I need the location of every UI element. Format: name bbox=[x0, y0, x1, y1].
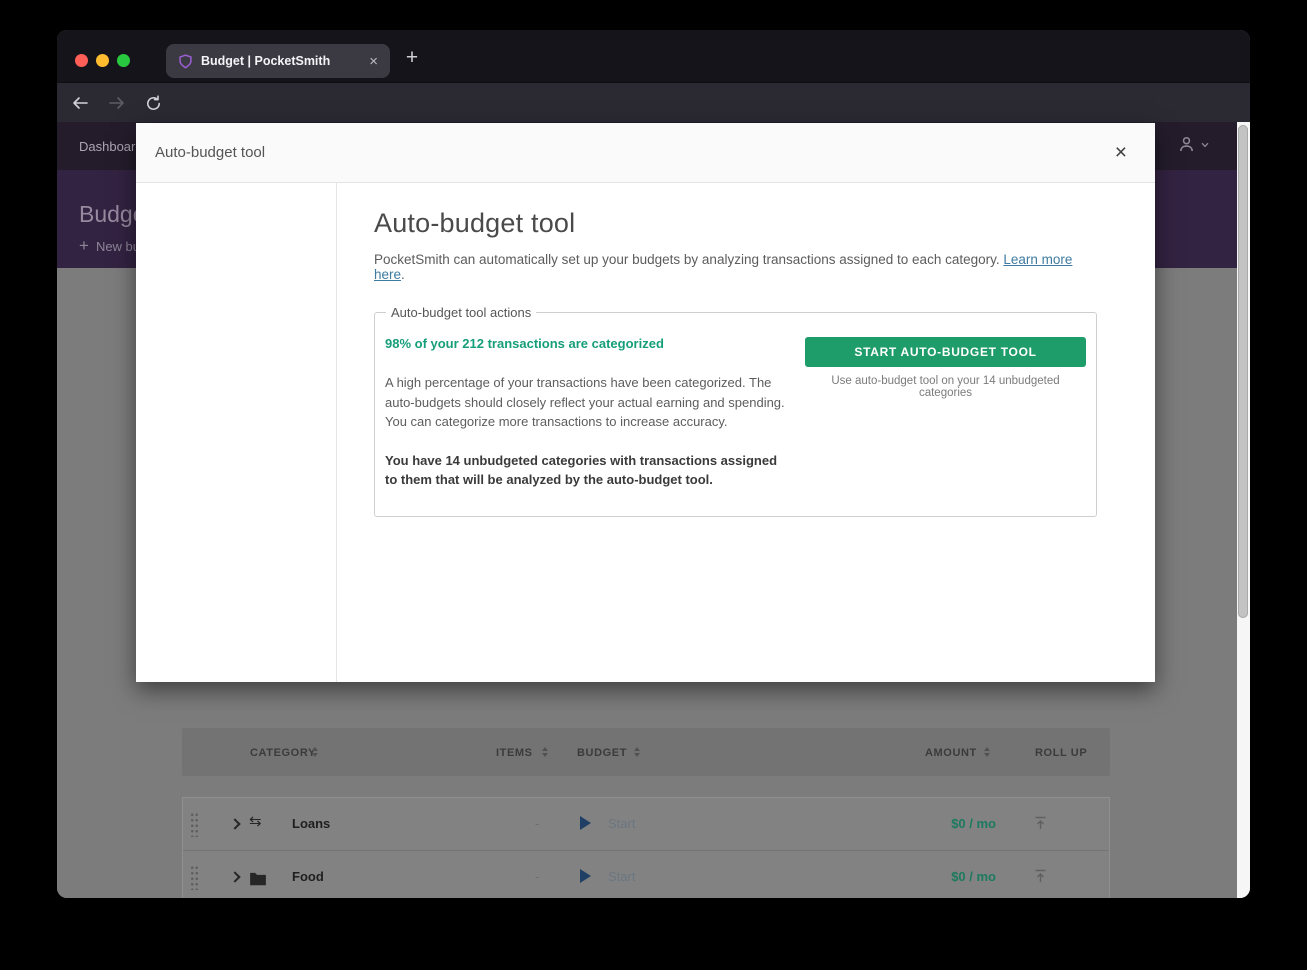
status-description: A high percentage of your transactions h… bbox=[385, 373, 789, 432]
plus-icon: + bbox=[79, 236, 89, 256]
unbudgeted-note: You have 14 unbudgeted categories with t… bbox=[385, 451, 789, 490]
close-window-button[interactable] bbox=[75, 54, 88, 67]
modal-main: Auto-budget tool PocketSmith can automat… bbox=[337, 183, 1155, 682]
budget-table-header: CATEGORY ITEMS BUDGET AMOUNT ROLL UP bbox=[182, 728, 1110, 776]
items-value: - bbox=[535, 869, 539, 884]
forward-icon[interactable] bbox=[108, 95, 126, 111]
items-value: - bbox=[535, 816, 539, 831]
tab-title: Budget | PocketSmith bbox=[201, 54, 330, 68]
modal-header-title: Auto-budget tool bbox=[155, 144, 265, 161]
chevron-down-icon bbox=[1201, 142, 1209, 148]
sort-items-icon[interactable] bbox=[542, 747, 548, 757]
drag-handle-icon[interactable] bbox=[190, 865, 199, 890]
chevron-right-icon[interactable] bbox=[229, 871, 240, 882]
start-budget-link[interactable]: Start bbox=[608, 816, 635, 831]
transfer-icon: ⇆ bbox=[249, 813, 267, 831]
browser-tab[interactable]: Budget | PocketSmith × bbox=[166, 44, 390, 78]
nav-item-dashboard[interactable]: Dashboard bbox=[79, 139, 143, 154]
start-auto-budget-button[interactable]: START AUTO-BUDGET TOOL bbox=[805, 337, 1086, 367]
play-icon[interactable] bbox=[580, 869, 591, 883]
auto-budget-modal: Auto-budget tool × Auto-budget tool Pock… bbox=[136, 123, 1155, 682]
browser-window: Budget | PocketSmith × + bbox=[57, 30, 1250, 898]
new-tab-button[interactable]: + bbox=[398, 46, 426, 70]
sort-category-icon[interactable] bbox=[312, 747, 318, 757]
folder-icon bbox=[249, 870, 267, 888]
category-name: Food bbox=[292, 869, 324, 884]
user-icon bbox=[1177, 135, 1196, 154]
column-header-category[interactable]: CATEGORY bbox=[250, 747, 316, 759]
column-header-amount[interactable]: AMOUNT bbox=[925, 747, 977, 759]
modal-heading: Auto-budget tool bbox=[374, 208, 1097, 239]
rollup-icon[interactable] bbox=[1033, 868, 1048, 884]
chevron-right-icon[interactable] bbox=[229, 818, 240, 829]
tab-close-icon[interactable]: × bbox=[369, 54, 378, 69]
pocketsmith-favicon-shield-icon bbox=[178, 54, 193, 69]
fieldset-legend: Auto-budget tool actions bbox=[386, 305, 536, 320]
modal-header: Auto-budget tool × bbox=[136, 123, 1155, 183]
amount-value: $0 / mo bbox=[951, 816, 996, 831]
column-header-budget[interactable]: BUDGET bbox=[577, 747, 627, 759]
window-controls bbox=[75, 54, 130, 67]
minimize-window-button[interactable] bbox=[96, 54, 109, 67]
user-menu[interactable] bbox=[1177, 135, 1209, 154]
budget-table: CATEGORY ITEMS BUDGET AMOUNT ROLL UP ⇆ L… bbox=[182, 728, 1110, 898]
reload-icon[interactable] bbox=[145, 95, 162, 112]
drag-handle-icon[interactable] bbox=[190, 812, 199, 837]
table-row-loans[interactable]: ⇆ Loans - Start $0 / mo bbox=[183, 798, 1109, 850]
back-icon[interactable] bbox=[71, 95, 89, 111]
category-name: Loans bbox=[292, 816, 330, 831]
play-icon[interactable] bbox=[580, 816, 591, 830]
rollup-icon[interactable] bbox=[1033, 815, 1048, 831]
budget-table-rows: ⇆ Loans - Start $0 / mo bbox=[182, 797, 1110, 898]
column-header-items[interactable]: ITEMS bbox=[496, 747, 533, 759]
amount-value: $0 / mo bbox=[951, 869, 996, 884]
page-scrollbar[interactable] bbox=[1237, 122, 1250, 898]
close-icon[interactable]: × bbox=[1115, 142, 1127, 163]
tab-strip: Budget | PocketSmith × + bbox=[57, 30, 1250, 82]
zoom-window-button[interactable] bbox=[117, 54, 130, 67]
sort-budget-icon[interactable] bbox=[634, 747, 640, 757]
sort-amount-icon[interactable] bbox=[984, 747, 990, 757]
table-row-food[interactable]: Food - Start $0 / mo bbox=[183, 850, 1109, 898]
modal-intro: PocketSmith can automatically set up you… bbox=[374, 252, 1097, 282]
scrollbar-thumb[interactable] bbox=[1238, 125, 1248, 618]
auto-budget-actions-fieldset: Auto-budget tool actions 98% of your 212… bbox=[374, 305, 1097, 517]
start-budget-link[interactable]: Start bbox=[608, 869, 635, 884]
page-viewport: Dashboard Budget + New budget CATEGORY bbox=[57, 122, 1250, 898]
column-header-rollup: ROLL UP bbox=[1035, 747, 1087, 759]
categorized-status-text: 98% of your 212 transactions are categor… bbox=[385, 336, 805, 351]
start-button-caption: Use auto-budget tool on your 14 unbudget… bbox=[805, 375, 1086, 399]
browser-toolbar: https://my.pocketsmith.com/budget ☆ bbox=[57, 82, 1250, 122]
modal-sidebar bbox=[136, 183, 337, 682]
